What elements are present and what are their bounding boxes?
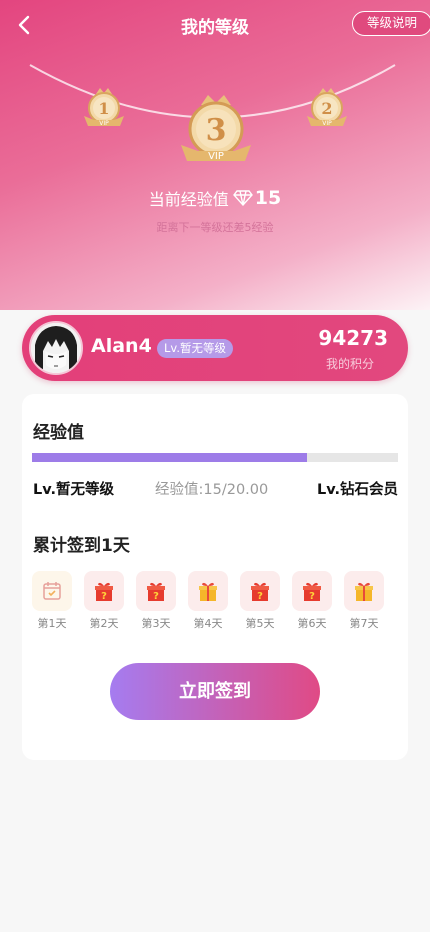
next-level-label: Lv.钻石会员: [316, 482, 398, 498]
vip-badge-number: 3: [206, 113, 227, 148]
user-name: Alan4: [91, 335, 152, 357]
experience-progress-bar: [32, 453, 398, 462]
signin-day-item[interactable]: ? 第3天: [136, 571, 176, 631]
next-level-hint: 距离下一等级还差5经验: [156, 221, 274, 234]
gift-box-icon: [188, 571, 228, 611]
mystery-gift-icon: ?: [292, 571, 332, 611]
vip-badge-level-1: 1 VIP: [84, 88, 124, 127]
vip-badge-tag: VIP: [322, 120, 332, 127]
svg-text:?: ?: [309, 591, 315, 602]
experience-label: 当前经验值: [148, 190, 229, 209]
anime-avatar-image: [31, 323, 81, 373]
signin-day-label: 第7天: [349, 617, 379, 630]
experience-panel: 经验值 Lv.暂无等级 经验值:15/20.00 Lv.钻石会员 累计签到1天 …: [22, 394, 408, 760]
diamond-icon: [232, 190, 253, 206]
svg-text:?: ?: [257, 591, 263, 602]
mystery-gift-icon: ?: [240, 571, 280, 611]
signin-day-label: 第1天: [37, 617, 67, 630]
level-hero: 我的等级 等级说明 1 VIP 3 VIP 2 VIP 当前经验值 15 距离下一…: [0, 0, 430, 310]
avatar[interactable]: [29, 321, 83, 375]
svg-text:?: ?: [101, 591, 107, 602]
signin-day-item[interactable]: ? 第6天: [292, 571, 332, 631]
vip-badge-level-2: 2 VIP: [307, 88, 347, 127]
points-label: 我的积分: [326, 357, 375, 371]
level-help-button[interactable]: 等级说明: [351, 11, 430, 36]
experience-section-title: 经验值: [33, 423, 84, 443]
signin-day-label: 第5天: [245, 617, 275, 630]
vip-badge-level-3: 3 VIP: [181, 95, 251, 162]
current-experience: 当前经验值 15: [0, 186, 430, 210]
user-card: Alan4 Lv.暂无等级 94273 我的积分: [22, 315, 408, 381]
signin-section-title: 累计签到1天: [33, 536, 130, 556]
signin-day-item[interactable]: 第1天: [32, 571, 72, 631]
experience-value: 15: [254, 187, 282, 209]
mystery-gift-icon: ?: [136, 571, 176, 611]
vip-badge-tag: VIP: [208, 151, 224, 162]
mystery-gift-icon: ?: [84, 571, 124, 611]
current-level-label: Lv.暂无等级: [33, 482, 115, 498]
experience-progress-fill: [32, 453, 307, 462]
vip-badge-number: 2: [321, 99, 332, 118]
signin-day-item[interactable]: 第7天: [344, 571, 384, 631]
points-value: 94273: [318, 326, 388, 350]
signin-day-item[interactable]: 第4天: [188, 571, 228, 631]
calendar-check-icon: [32, 571, 72, 611]
vip-badge-number: 1: [98, 99, 109, 118]
signin-day-item[interactable]: ? 第5天: [240, 571, 280, 631]
user-level-badge: Lv.暂无等级: [157, 339, 233, 358]
signin-day-label: 第2天: [89, 617, 119, 630]
experience-progress-text: 经验值:15/20.00: [155, 482, 269, 498]
signin-button[interactable]: 立即签到: [110, 663, 320, 720]
svg-text:?: ?: [153, 591, 159, 602]
signin-day-label: 第6天: [297, 617, 327, 630]
signin-day-list: 第1天? 第2天? 第3天 第4天? 第5天? 第6天 第7天: [32, 571, 402, 641]
vip-badge-tag: VIP: [99, 120, 109, 127]
signin-day-item[interactable]: ? 第2天: [84, 571, 124, 631]
signin-day-label: 第4天: [193, 617, 223, 630]
signin-day-label: 第3天: [141, 617, 171, 630]
gift-box-icon: [344, 571, 384, 611]
